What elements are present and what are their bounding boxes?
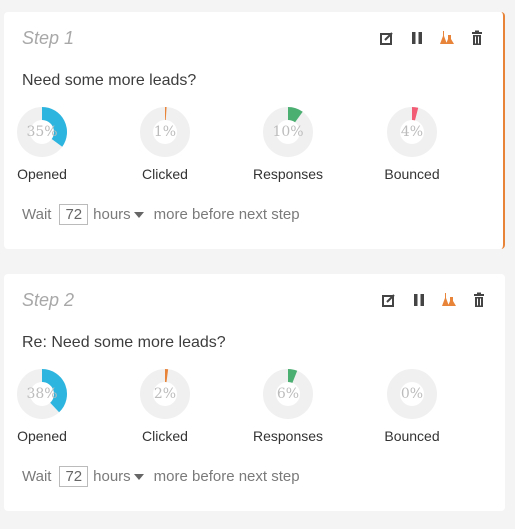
step-title: Step 1 xyxy=(22,28,75,48)
stat-label: Opened xyxy=(17,428,67,444)
percent-value: 4% xyxy=(400,124,424,140)
edit-icon[interactable] xyxy=(381,292,397,308)
stat-clicked: 1% Clicked xyxy=(115,106,215,182)
wait-amount-input[interactable]: 72 xyxy=(59,466,89,487)
percent-value: 0% xyxy=(400,386,424,402)
stat-label: Bounced xyxy=(384,166,440,182)
donut-chart: 6% xyxy=(262,368,314,420)
donut-chart: 35% xyxy=(16,106,68,158)
percent-value: 38% xyxy=(26,386,58,402)
percent-value: 1% xyxy=(153,124,177,140)
pause-icon[interactable] xyxy=(409,30,425,46)
edit-icon[interactable] xyxy=(379,30,395,46)
wait-label: Wait xyxy=(22,206,52,223)
wait-row: Wait 72 hours more before next step xyxy=(22,204,300,225)
stat-opened: 38% Opened xyxy=(0,368,92,444)
stat-bounced: 4% Bounced xyxy=(362,106,462,182)
stat-opened: 35% Opened xyxy=(0,106,92,182)
wait-row: Wait 72 hours more before next step xyxy=(22,466,300,487)
stat-label: Responses xyxy=(252,166,324,182)
stat-responses: 10% Responses xyxy=(238,106,338,182)
trash-icon[interactable] xyxy=(471,292,487,308)
caret-down-icon xyxy=(133,211,144,218)
step-card-1[interactable]: Step 1 Need some more leads? 35% Opened 1%… xyxy=(4,12,505,249)
ab-test-flask-icon[interactable] xyxy=(439,30,455,46)
percent-value: 10% xyxy=(272,124,304,140)
donut-chart: 10% xyxy=(262,106,314,158)
stat-label: Clicked xyxy=(142,428,188,444)
stat-clicked: 2% Clicked xyxy=(115,368,215,444)
wait-label: Wait xyxy=(22,468,52,485)
caret-down-icon xyxy=(133,473,144,480)
donut-chart: 0% xyxy=(386,368,438,420)
stat-label: Responses xyxy=(252,428,324,444)
email-subject: Need some more leads? xyxy=(22,72,197,89)
wait-suffix: more before next step xyxy=(153,468,300,485)
pause-icon[interactable] xyxy=(411,292,427,308)
wait-unit-dropdown[interactable]: hours xyxy=(93,206,154,223)
stat-label: Bounced xyxy=(384,428,440,444)
percent-value: 35% xyxy=(26,124,58,140)
email-subject: Re: Need some more leads? xyxy=(22,334,226,351)
stat-responses: 6% Responses xyxy=(238,368,338,444)
wait-unit-label: hours xyxy=(93,206,131,223)
wait-amount-input[interactable]: 72 xyxy=(59,204,89,225)
ab-test-flask-icon[interactable] xyxy=(441,292,457,308)
wait-unit-dropdown[interactable]: hours xyxy=(93,468,154,485)
trash-icon[interactable] xyxy=(469,30,485,46)
step-card-2[interactable]: Step 2 Re: Need some more leads? 38% Open… xyxy=(4,274,505,511)
stat-label: Clicked xyxy=(142,166,188,182)
wait-unit-label: hours xyxy=(93,468,131,485)
percent-value: 2% xyxy=(153,386,177,402)
stat-label: Opened xyxy=(17,166,67,182)
wait-suffix: more before next step xyxy=(153,206,300,223)
step-title: Step 2 xyxy=(22,290,75,310)
donut-chart: 4% xyxy=(386,106,438,158)
stat-bounced: 0% Bounced xyxy=(362,368,462,444)
donut-chart: 1% xyxy=(139,106,191,158)
percent-value: 6% xyxy=(276,386,300,402)
donut-chart: 2% xyxy=(139,368,191,420)
donut-chart: 38% xyxy=(16,368,68,420)
